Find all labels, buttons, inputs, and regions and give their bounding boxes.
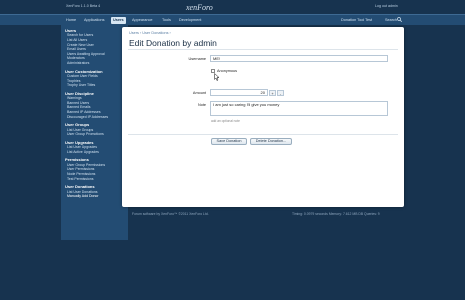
search-icon[interactable] <box>397 17 402 22</box>
sidebar-group: Permissions User Group Permissions User Pe… <box>61 157 128 181</box>
save-donation-button[interactable]: Save Donation <box>211 138 247 145</box>
note-textarea[interactable]: I am just so caring I'll give you money <box>210 101 388 116</box>
top-bar: XenForo 1.1.0 Beta 4 xenForo Log out adm… <box>0 0 465 14</box>
footer-copyright: Forum software by XenForo™ ©2011 XenForo… <box>132 212 209 216</box>
amount-field[interactable] <box>210 89 268 96</box>
username-label: Username <box>188 57 206 61</box>
button-divider <box>128 134 398 135</box>
tab-development[interactable]: Development <box>177 17 203 24</box>
sidebar-group: Users Search for Users List All Users Creat… <box>61 28 128 66</box>
version-label: XenForo 1.1.0 Beta 4 <box>66 4 101 8</box>
breadcrumb: Users › User Donations › <box>129 31 171 35</box>
amount-increase-button[interactable]: + <box>269 90 276 96</box>
sidebar-item[interactable]: Discouraged IP Addresses <box>61 115 128 120</box>
main-panel: Users › User Donations › Edit Donation b… <box>122 27 404 207</box>
footer-timing: Timing: 0.0979 seconds Memory: 7.612 MB … <box>292 212 380 216</box>
sidebar-item[interactable]: Administrators <box>61 61 128 66</box>
tab-users[interactable]: Users <box>111 17 126 24</box>
quick-link[interactable]: Donation Tool Test <box>341 17 372 24</box>
amount-decrease-button[interactable]: - <box>277 90 284 96</box>
tab-appearance[interactable]: Appearance <box>130 17 154 24</box>
tab-tools[interactable]: Tools <box>160 17 173 24</box>
tab-applications[interactable]: Applications <box>82 17 106 24</box>
anonymous-label: Anonymous <box>217 69 238 73</box>
sidebar-group: User Discipline Warnings Banned Users Banne… <box>61 91 128 119</box>
tab-home[interactable]: Home <box>64 17 78 24</box>
sidebar-group: User Upgrades List User Upgrades List Acti… <box>61 140 128 155</box>
sidebar-group: User Customization Custom User Fields Trop… <box>61 69 128 88</box>
sidebar-group: User Donations List User Donations Manuall… <box>61 184 128 199</box>
delete-donation-button[interactable]: Delete Donation... <box>250 138 292 145</box>
sidebar-item[interactable]: Manually Add Donor <box>61 194 128 199</box>
logout-link[interactable]: Log out admin <box>375 4 398 8</box>
nav-tabs: Home Applications Users Appearance Tools… <box>0 14 465 25</box>
note-label: Note <box>197 103 206 107</box>
sidebar-item[interactable]: Test Permissions <box>61 177 128 182</box>
search-link[interactable]: Search <box>385 17 397 24</box>
username-field[interactable] <box>210 55 388 62</box>
sidebar-item[interactable]: Trophy User Titles <box>61 83 128 88</box>
xenforo-logo[interactable]: xenForo <box>186 3 213 12</box>
sidebar-group: User Groups List User Groups User Group Pr… <box>61 122 128 137</box>
note-hint: add an optional note <box>211 119 240 123</box>
page-title: Edit Donation by admin <box>129 38 217 48</box>
sidebar: Users Search for Users List All Users Creat… <box>61 25 128 240</box>
mouse-cursor-icon <box>214 73 219 81</box>
sidebar-item[interactable]: User Group Promotions <box>61 132 128 137</box>
breadcrumb-user-donations[interactable]: User Donations <box>142 31 168 35</box>
breadcrumb-users[interactable]: Users <box>129 31 139 35</box>
title-divider <box>128 49 398 50</box>
sidebar-item[interactable]: List Active Upgrades <box>61 150 128 155</box>
amount-label: Amount <box>192 91 206 95</box>
